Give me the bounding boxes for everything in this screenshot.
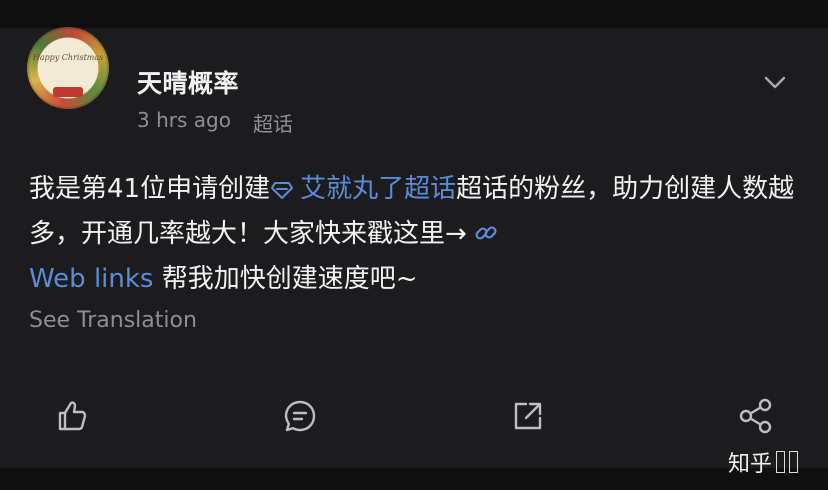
watermark-text: 知乎 (728, 452, 773, 477)
watermark-glyph-box (789, 451, 799, 473)
post-time: 3 hrs ago (137, 108, 231, 132)
avatar-label: Happy Christmas (32, 53, 104, 62)
avatar-ribbon (53, 87, 83, 97)
post-text: 我是第41位申请创建 艾就丸了超话超话的粉丝，助力创建人数越多，开通几率越大！大家… (29, 167, 799, 302)
zhihu-watermark: 知乎 (728, 446, 799, 478)
comment-button[interactable] (280, 396, 320, 436)
diamond-icon (271, 182, 294, 199)
thumbs-up-icon (58, 401, 87, 431)
post-text-before: 我是第41位申请创建 (29, 174, 271, 204)
post-menu-button[interactable] (760, 70, 790, 96)
post-source[interactable]: 超话 (253, 108, 293, 137)
web-links-link[interactable]: Web links (29, 264, 153, 294)
share-button[interactable] (508, 396, 548, 436)
comment-icon (284, 400, 316, 432)
more-share-button[interactable] (736, 396, 776, 436)
avatar[interactable]: Happy Christmas (27, 27, 109, 109)
topic-label: 艾就丸了超话 (300, 174, 457, 204)
top-divider-bar (0, 0, 828, 29)
like-button[interactable] (52, 396, 92, 436)
post-text-end: 帮我加快创建速度吧~ (153, 264, 418, 294)
link-icon (475, 226, 497, 240)
topic-link[interactable]: 艾就丸了超话 (270, 174, 456, 204)
author-name[interactable]: 天晴概率 (137, 64, 239, 100)
share-nodes-icon (739, 398, 772, 434)
share-out-icon (514, 402, 542, 430)
chevron-down-icon (764, 76, 786, 89)
bottom-divider-bar (0, 468, 828, 490)
post-meta: 3 hrs ago 超话 (137, 108, 293, 137)
watermark-glyph-box (776, 451, 786, 473)
see-translation-button[interactable]: See Translation (29, 308, 197, 333)
